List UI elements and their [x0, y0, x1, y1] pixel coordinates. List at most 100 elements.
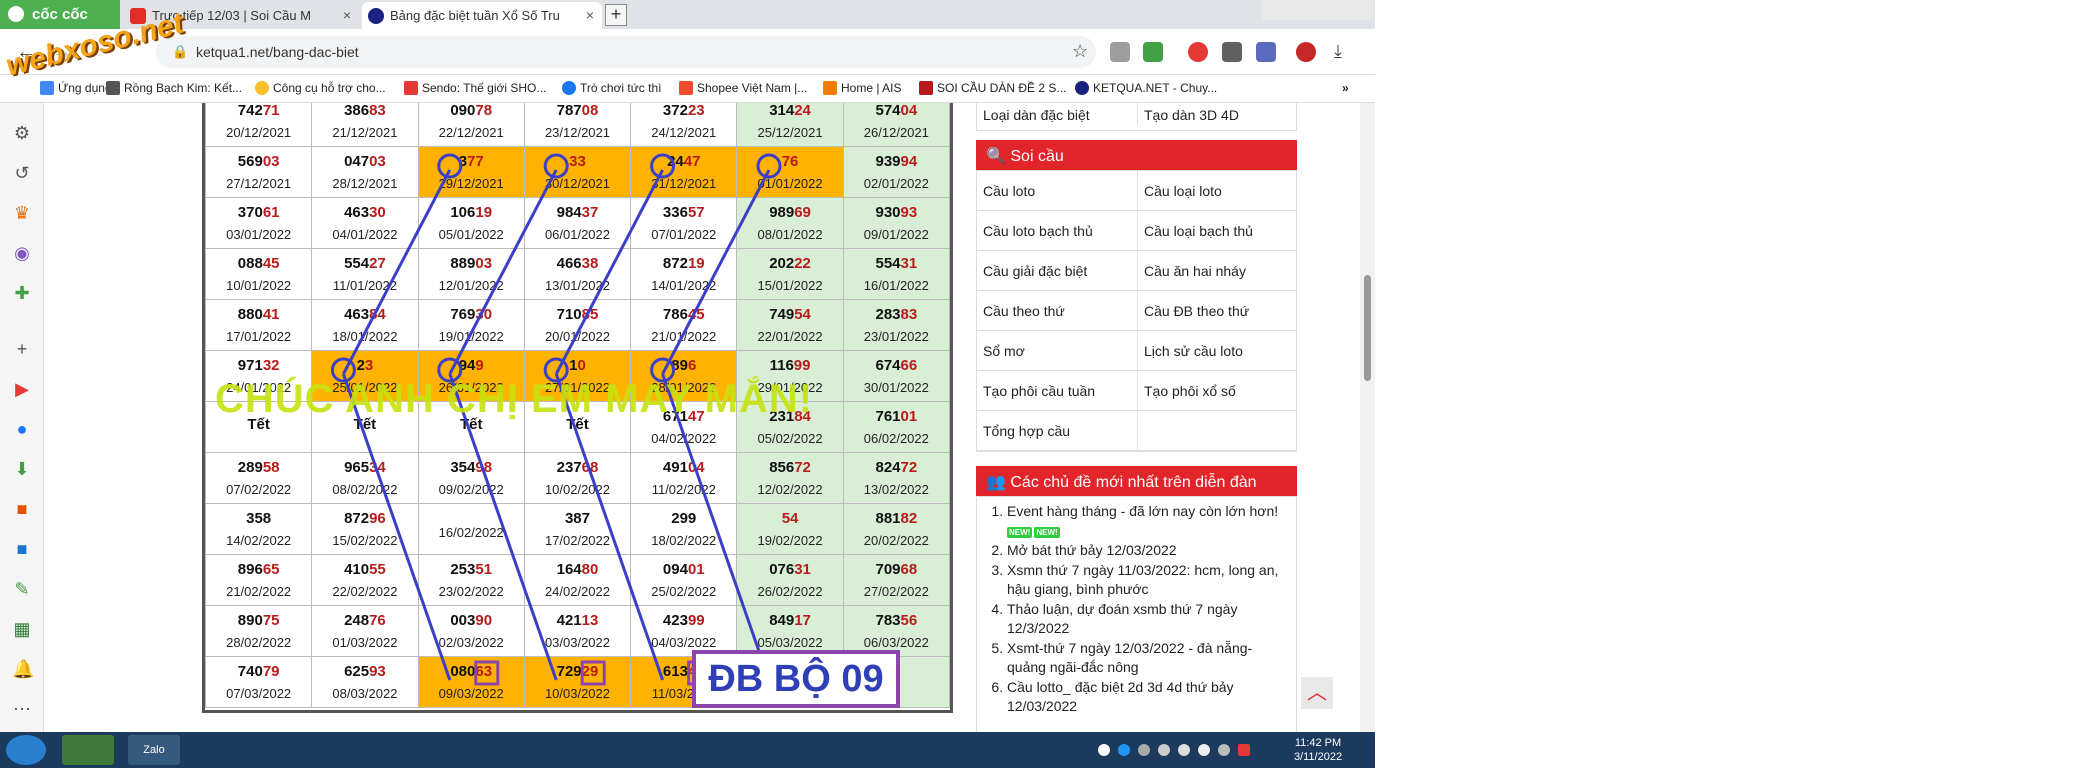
- result-date: 05/01/2022: [438, 227, 504, 242]
- result-number: 76930: [419, 306, 524, 323]
- result-date: 25/02/2022: [651, 584, 717, 599]
- settings-icon[interactable]: ⚙: [12, 123, 32, 143]
- link-tao-dan[interactable]: Tạo dàn 3D 4D: [1137, 103, 1297, 125]
- bookmark-item[interactable]: KETQUA.NET - Chuy...: [1075, 81, 1217, 95]
- result-number: 10619: [419, 204, 524, 221]
- network-icon[interactable]: [1178, 744, 1190, 756]
- soicau-link[interactable]: Cầu loto: [977, 171, 1137, 211]
- coccoc-ext-icon[interactable]: [1188, 42, 1208, 62]
- soicau-links: Cầu loto Cầu loại loto Cầu loto bạch thủ Cầ…: [976, 170, 1297, 452]
- bookmark-item[interactable]: Công cụ hỗ trợ cho...: [255, 81, 386, 95]
- messenger-icon[interactable]: ◉: [12, 243, 32, 263]
- soicau-link[interactable]: Tạo phôi cầu tuần: [977, 371, 1137, 411]
- result-number: 31424: [737, 103, 842, 119]
- start-button[interactable]: [6, 735, 46, 765]
- soicau-link[interactable]: Tạo phôi xổ số: [1137, 371, 1297, 411]
- more-icon[interactable]: ⋯: [12, 699, 32, 719]
- soicau-link[interactable]: Lịch sử cầu loto: [1137, 331, 1297, 371]
- number-prefix: 709: [875, 561, 901, 578]
- result-date: 22/02/2022: [332, 584, 398, 599]
- game-icon[interactable]: ✚: [12, 283, 32, 303]
- taskbar-coccoc[interactable]: [62, 735, 114, 765]
- soicau-link[interactable]: Tổng hợp cầu: [977, 411, 1137, 451]
- number-tail: 99: [793, 357, 811, 374]
- tray-icon[interactable]: [1158, 744, 1170, 756]
- taskbar-zalo[interactable]: Zalo: [128, 735, 180, 765]
- forum-item-text: Mở bát thứ bảy 12/03/2022: [1007, 542, 1177, 558]
- bookmark-item[interactable]: Ứng dụng: [40, 81, 112, 95]
- soicau-link[interactable]: Cầu theo thứ: [977, 291, 1137, 331]
- result-number: 57404: [844, 103, 949, 119]
- puzzle-icon[interactable]: [1222, 42, 1242, 62]
- forum-item[interactable]: Cầu lotto_ đặc biệt 2d 3d 4d thứ bảy 12/…: [1007, 678, 1288, 716]
- close-icon[interactable]: ×: [343, 7, 351, 23]
- forum-item[interactable]: Mở bát thứ bảy 12/03/2022: [1007, 541, 1288, 560]
- soicau-link[interactable]: Cầu ĐB theo thứ: [1137, 291, 1297, 331]
- extension-icon[interactable]: [1110, 42, 1130, 62]
- forum-item[interactable]: Xsmt-thứ 7 ngày 12/03/2022 - đà nẵng-quả…: [1007, 639, 1288, 677]
- new-tab-button[interactable]: +: [605, 4, 627, 26]
- result-number: 98437: [525, 204, 630, 221]
- bookmark-item[interactable]: Sendo: Thế giới SHO...: [404, 81, 546, 95]
- download-icon[interactable]: ⤓: [1334, 41, 1342, 62]
- bookmark-item[interactable]: Shopee Việt Nam |...: [679, 81, 807, 95]
- number-tail: 71: [262, 103, 280, 119]
- bookmark-item[interactable]: SOI CẦU DÀN ĐỀ 2 S...: [919, 81, 1066, 95]
- forum-item[interactable]: Thảo luận, dự đoán xsmb thứ 7 ngày 12/3/…: [1007, 600, 1288, 638]
- result-cell: 74079 07/03/2022: [204, 656, 313, 708]
- bookmarks-overflow-icon[interactable]: »: [1342, 81, 1349, 95]
- url-field[interactable]: 🔒 ketqua1.net/bang-dac-biet: [156, 36, 1096, 68]
- sheet-icon[interactable]: ▦: [12, 619, 32, 639]
- tray-icon[interactable]: [1098, 744, 1110, 756]
- bookmark-item[interactable]: Trò chơi tức thì: [562, 81, 661, 95]
- result-number: 56903: [206, 153, 311, 170]
- result-date: 21/01/2022: [651, 329, 717, 344]
- profile-avatar[interactable]: [1296, 42, 1316, 62]
- number-tail: 29: [581, 663, 599, 680]
- soicau-link[interactable]: Cầu ăn hai nháy: [1137, 251, 1297, 291]
- tab-bang-dac-biet[interactable]: Bảng đặc biệt tuần Xổ Số Tru ×: [362, 2, 602, 29]
- number-tail: 32: [262, 357, 280, 374]
- bookmark-label: Rồng Bạch Kim: Kết...: [124, 81, 243, 95]
- soicau-link[interactable]: Cầu giải đặc biệt: [977, 251, 1137, 291]
- tray-icon[interactable]: [1238, 744, 1250, 756]
- clock[interactable]: 11:42 PM 3/11/2022: [1288, 736, 1348, 764]
- download-side-icon[interactable]: ⬇: [12, 459, 32, 479]
- soicau-link[interactable]: Sổ mơ: [977, 331, 1137, 371]
- result-number: 377: [419, 153, 524, 170]
- volume-icon[interactable]: [1198, 744, 1210, 756]
- number-tail: 76: [369, 612, 386, 629]
- tiki-icon[interactable]: ■: [12, 539, 32, 559]
- number-tail: 37: [581, 204, 599, 221]
- forum-item[interactable]: Event hàng tháng - đã lớn nay còn lớn hơ…: [1007, 502, 1288, 540]
- tool-icon[interactable]: ✎: [12, 579, 32, 599]
- tray-icon[interactable]: [1218, 744, 1230, 756]
- bookmark-item[interactable]: Rồng Bạch Kim: Kết...: [106, 81, 242, 95]
- result-cell: 2447 31/12/2021: [630, 146, 738, 198]
- scrollbar-thumb[interactable]: [1364, 275, 1371, 381]
- link-loai-dan[interactable]: Loại dàn đặc biệt: [977, 103, 1137, 125]
- number-tail: 90: [475, 612, 493, 629]
- facebook-icon[interactable]: ●: [12, 419, 32, 439]
- soicau-link[interactable]: Cầu loto bạch thủ: [977, 211, 1137, 251]
- youtube-icon[interactable]: ▶: [12, 379, 32, 399]
- close-icon[interactable]: ×: [586, 7, 594, 23]
- scroll-top-button[interactable]: ︿: [1301, 677, 1333, 709]
- tray-icon[interactable]: [1138, 744, 1150, 756]
- download-ext-icon[interactable]: [1143, 42, 1163, 62]
- result-number: 97132: [206, 357, 311, 374]
- star-icon[interactable]: ☆: [1072, 41, 1088, 62]
- forum-item[interactable]: Xsmn thứ 7 ngày 11/03/2022: hcm, long an…: [1007, 561, 1288, 599]
- crown-icon[interactable]: ♛: [12, 203, 32, 223]
- history-icon[interactable]: ↺: [12, 163, 32, 183]
- add-icon[interactable]: +: [12, 339, 32, 359]
- bookmark-item[interactable]: Home | AIS: [823, 81, 901, 95]
- scrollbar[interactable]: [1360, 103, 1375, 732]
- soicau-link[interactable]: Cầu loại bạch thủ: [1137, 211, 1297, 251]
- bell-icon[interactable]: 🔔: [12, 659, 34, 679]
- tray-icon[interactable]: [1118, 744, 1130, 756]
- soicau-link[interactable]: Cầu loại loto: [1137, 171, 1297, 211]
- shop-icon[interactable]: ■: [12, 499, 32, 519]
- reading-list-icon[interactable]: [1256, 42, 1276, 62]
- result-cell: 72929 10/03/2022: [523, 656, 632, 708]
